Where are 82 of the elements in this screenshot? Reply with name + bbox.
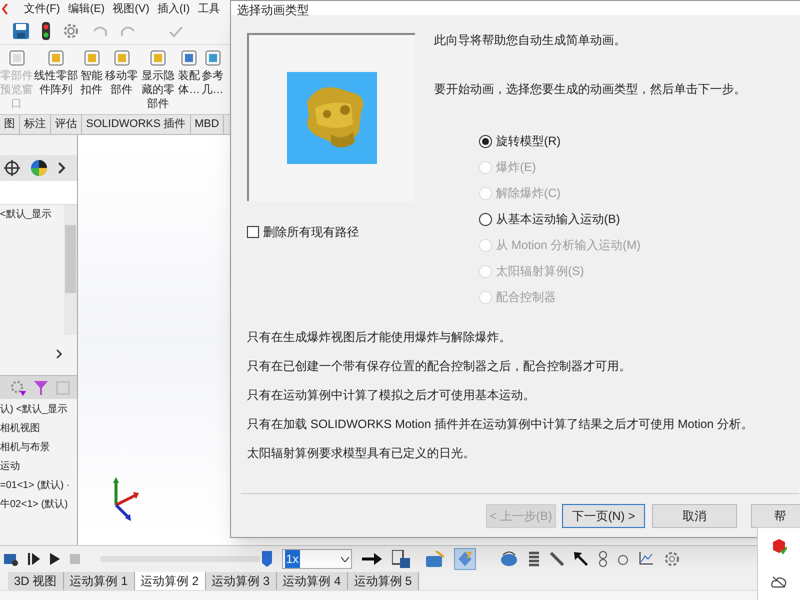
speed-dropdown[interactable]: 1x bbox=[282, 549, 352, 569]
radio-button[interactable] bbox=[479, 134, 492, 148]
study-tab[interactable]: 3D 视图 bbox=[8, 572, 64, 590]
chart-icon[interactable] bbox=[638, 551, 654, 567]
chevron-down-icon[interactable] bbox=[341, 556, 349, 562]
film-save-icon[interactable] bbox=[392, 550, 410, 568]
play-icon[interactable] bbox=[50, 553, 60, 565]
dialog-button[interactable]: 下一页(N) > bbox=[562, 504, 646, 528]
save-icon[interactable] bbox=[12, 22, 30, 40]
part-icon bbox=[149, 49, 167, 67]
radio-label: 从 Motion 分析输入运动(M) bbox=[496, 237, 641, 254]
menu-item[interactable]: 编辑(E) bbox=[68, 0, 105, 18]
checkbox[interactable] bbox=[247, 226, 259, 238]
study-tab[interactable]: 运动算例 3 bbox=[206, 572, 277, 590]
calculate-icon[interactable] bbox=[4, 552, 18, 566]
command-button[interactable]: 装配体… bbox=[177, 49, 201, 97]
step-play-icon[interactable] bbox=[28, 553, 40, 565]
dialog-button[interactable]: 帮 bbox=[750, 504, 800, 528]
logo-icon bbox=[2, 3, 8, 15]
tree-item[interactable]: 运动 bbox=[0, 460, 77, 474]
radio-label: 爆炸(E) bbox=[496, 159, 536, 176]
intro-text: 此向导将帮助您自动生成简单动画。 bbox=[434, 32, 627, 49]
part-icon bbox=[204, 49, 222, 67]
command-button[interactable]: 智能扣件 bbox=[79, 49, 104, 97]
menu-item[interactable]: 工具 bbox=[198, 0, 220, 18]
command-button[interactable]: 线性零部件阵列 bbox=[33, 49, 79, 97]
part-icon bbox=[112, 49, 130, 67]
note-text: 只有在已创建一个带有保存位置的配合控制器之后，配合控制器才可用。 bbox=[247, 358, 632, 375]
arrow-right-icon[interactable] bbox=[362, 553, 382, 565]
scrollbar[interactable] bbox=[64, 205, 77, 335]
crosshair-icon[interactable] bbox=[4, 160, 20, 176]
appearance-sphere-icon[interactable] bbox=[30, 159, 48, 177]
tree-item[interactable]: 相机与布景 bbox=[0, 441, 77, 455]
cloud-icon[interactable] bbox=[771, 576, 787, 588]
radio-label: 太阳辐射算例(S) bbox=[496, 263, 584, 280]
filter-field[interactable] bbox=[0, 181, 77, 205]
camera-icon[interactable] bbox=[426, 551, 444, 567]
study-tab[interactable]: 运动算例 4 bbox=[276, 572, 348, 590]
filter-gear-icon[interactable] bbox=[10, 380, 26, 396]
menu-item[interactable]: 插入(I) bbox=[157, 0, 190, 18]
study-tab[interactable]: 运动算例 2 bbox=[134, 572, 206, 590]
command-button[interactable]: 显示隐藏的零部件 bbox=[139, 49, 177, 111]
note-text: 只有在加载 SOLIDWORKS Motion 插件并在运动算例中计算了结果之后才可使用 Motion 分析。 bbox=[247, 416, 754, 433]
spring-icon[interactable] bbox=[528, 551, 540, 567]
radio-label: 配合控制器 bbox=[496, 289, 556, 306]
radio-button[interactable] bbox=[479, 212, 492, 226]
dialog-title: 选择动画类型 bbox=[237, 5, 309, 15]
command-button[interactable]: 参考几… bbox=[201, 49, 224, 97]
radio-label: 从基本运动输入运动(B) bbox=[496, 211, 620, 228]
spell-check-icon[interactable] bbox=[168, 24, 184, 38]
radio-label: 旋转模型(R) bbox=[496, 133, 561, 150]
study-tab[interactable]: 运动算例 5 bbox=[348, 572, 419, 590]
note-text: 只有在生成爆炸视图后才能使用爆炸与解除爆炸。 bbox=[247, 329, 512, 346]
settings-icon[interactable] bbox=[62, 22, 80, 40]
part-icon bbox=[180, 49, 198, 67]
intro-text: 要开始动画，选择您要生成的动画类型，然后单击下一步。 bbox=[434, 81, 747, 98]
chevron-right-icon[interactable] bbox=[58, 162, 66, 174]
settings-icon[interactable] bbox=[664, 551, 680, 567]
checkbox-label: 删除所有现有路径 bbox=[263, 224, 359, 241]
traffic-light-icon[interactable] bbox=[42, 22, 50, 40]
part-icon bbox=[82, 49, 100, 67]
note-text: 太阳辐射算例要求模型具有已定义的日光。 bbox=[247, 445, 476, 462]
part-icon bbox=[47, 49, 65, 67]
study-tab[interactable]: 运动算例 1 bbox=[64, 572, 135, 590]
slider-thumb-icon[interactable] bbox=[262, 551, 272, 567]
note-text: 只有在运动算例中计算了模拟之后才可使用基本运动。 bbox=[247, 387, 536, 404]
cube-icon[interactable] bbox=[771, 538, 787, 554]
tree-item[interactable]: 认) <默认_显示 bbox=[0, 403, 77, 417]
chevron-right-icon[interactable] bbox=[56, 349, 63, 359]
menu-item[interactable]: 视图(V) bbox=[112, 0, 150, 18]
part-icon bbox=[8, 49, 26, 67]
menu-item[interactable]: 文件(F) bbox=[24, 0, 60, 18]
dialog-button[interactable]: 取消 bbox=[652, 504, 737, 528]
motor-icon[interactable] bbox=[500, 551, 518, 567]
tree-item[interactable]: 牛02<1> (默认) bbox=[0, 498, 77, 512]
command-button[interactable]: 移动零部件 bbox=[104, 49, 139, 97]
radio-label: 解除爆炸(C) bbox=[496, 185, 561, 202]
tree-item[interactable]: 相机视图 bbox=[0, 422, 77, 436]
filter-icon[interactable] bbox=[34, 380, 48, 396]
tree-item[interactable]: <默认_显示 bbox=[0, 207, 64, 222]
force-arrow-icon[interactable] bbox=[574, 552, 588, 566]
tree-item[interactable]: =01<1> (默认) · bbox=[0, 479, 77, 493]
